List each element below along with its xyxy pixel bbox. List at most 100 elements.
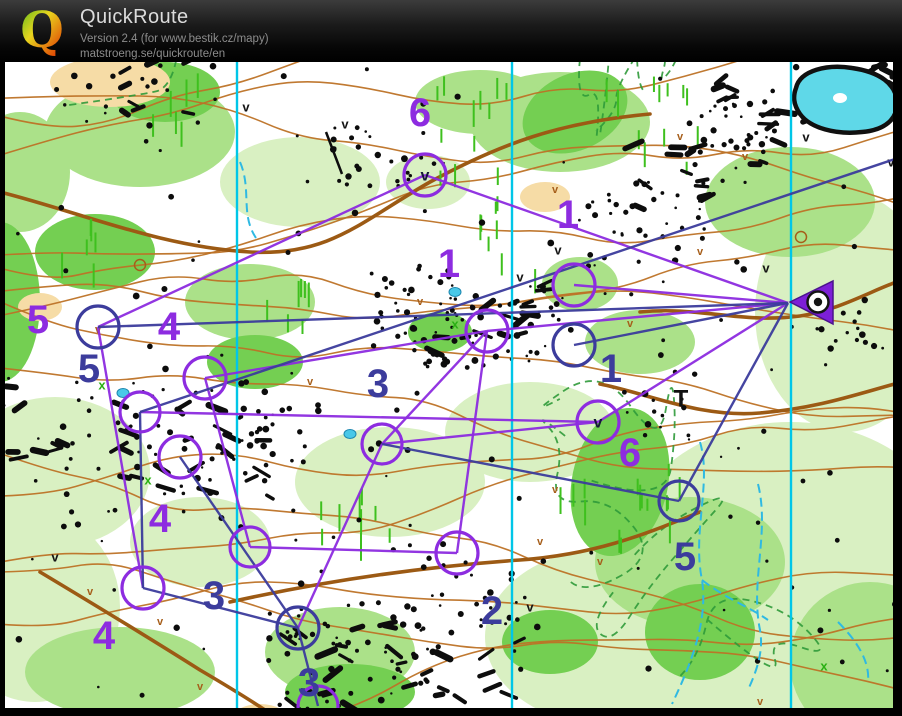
boulder-dot bbox=[692, 371, 697, 376]
boulder-dot bbox=[587, 252, 593, 258]
boulder-dot bbox=[676, 193, 680, 197]
boulder-dot bbox=[772, 128, 777, 133]
boulder-dot bbox=[401, 155, 408, 162]
boulder-dot bbox=[87, 433, 91, 437]
boulder-dot bbox=[541, 558, 547, 564]
boulder-dot bbox=[856, 327, 859, 330]
boulder-dot bbox=[406, 171, 410, 175]
boulder-dot bbox=[243, 379, 249, 385]
boulder-dot bbox=[604, 292, 607, 295]
boulder-dot bbox=[213, 97, 217, 101]
boulder-dot bbox=[395, 179, 399, 183]
control-number: 6 bbox=[619, 431, 641, 475]
boulder-dot bbox=[637, 260, 641, 264]
boulder-dot bbox=[455, 94, 461, 100]
control-number: 4 bbox=[149, 497, 172, 541]
boulder-dot bbox=[585, 203, 591, 209]
boulder-dot bbox=[645, 421, 652, 428]
boulder-dot bbox=[371, 343, 376, 348]
boulder-dot bbox=[561, 297, 563, 299]
boulder-dot bbox=[408, 287, 415, 294]
boulder-dot bbox=[439, 604, 442, 607]
boulder-dot bbox=[528, 360, 531, 363]
boulder-dot bbox=[702, 227, 705, 230]
boulder-dot bbox=[675, 245, 681, 251]
boulder-dot bbox=[146, 122, 152, 128]
boulder-dot bbox=[298, 580, 305, 587]
boulder-dot bbox=[445, 317, 449, 321]
orienteering-map-canvas[interactable]: vvvvvvvvvvvvvvvvvvvvvvvvxxxxvv6115453162… bbox=[0, 62, 902, 716]
control-number: 1 bbox=[557, 193, 579, 237]
boulder-dot bbox=[658, 77, 662, 81]
boulder-dot bbox=[69, 457, 73, 461]
boulder-dot bbox=[770, 89, 775, 94]
boulder-dot bbox=[515, 617, 520, 622]
boulder-dot bbox=[384, 286, 388, 290]
boulder-dot bbox=[16, 232, 20, 236]
boulder-dot bbox=[592, 212, 598, 218]
boulder-dot bbox=[506, 349, 510, 353]
logo-letter: Q bbox=[20, 4, 64, 59]
boulder-dot bbox=[368, 446, 374, 452]
cliff-mark bbox=[183, 112, 194, 114]
boulder-dot bbox=[285, 691, 289, 695]
cliff-v-icon: v bbox=[341, 117, 349, 132]
boulder-dot bbox=[411, 326, 417, 332]
boulder-dot bbox=[63, 268, 68, 273]
boulder-dot bbox=[636, 227, 642, 233]
boulder-dot bbox=[643, 433, 647, 437]
cliff-mark bbox=[537, 289, 551, 291]
boulder-dot bbox=[191, 258, 195, 262]
cliff-v-icon: v bbox=[516, 270, 524, 285]
boulder-dot bbox=[740, 115, 743, 118]
boulder-dot bbox=[698, 149, 703, 154]
cliff-mark bbox=[688, 150, 694, 154]
boulder-dot bbox=[133, 413, 139, 419]
boulder-dot bbox=[315, 402, 321, 408]
boulder-dot bbox=[817, 627, 823, 633]
boulder-dot bbox=[291, 508, 295, 512]
boulder-dot bbox=[345, 182, 349, 186]
boulder-dot bbox=[376, 600, 381, 605]
boulder-dot bbox=[612, 230, 615, 233]
boulder-dot bbox=[113, 508, 118, 513]
boulder-dot bbox=[165, 88, 169, 92]
header-titles: QuickRoute Version 2.4 (for www.bestik.c… bbox=[80, 6, 269, 62]
boulder-dot bbox=[359, 601, 364, 606]
boulder-dot bbox=[54, 87, 59, 92]
boulder-dot bbox=[498, 303, 502, 307]
cliff-mark bbox=[667, 154, 681, 155]
control-number: 4 bbox=[93, 614, 116, 658]
boulder-dot bbox=[724, 114, 727, 117]
boulder-dot bbox=[69, 509, 74, 514]
control-number: 1 bbox=[438, 242, 460, 286]
boulder-dot bbox=[815, 327, 818, 330]
boulder-dot bbox=[403, 288, 407, 292]
boulder-dot bbox=[16, 636, 23, 643]
boulder-dot bbox=[440, 593, 444, 597]
boulder-dot bbox=[352, 210, 359, 217]
boulder-dot bbox=[355, 649, 359, 653]
boulder-dot bbox=[266, 635, 272, 641]
boulder-dot bbox=[762, 99, 767, 104]
boulder-dot bbox=[862, 297, 868, 303]
boulder-dot bbox=[348, 691, 353, 696]
boulder-dot bbox=[355, 125, 360, 130]
boulder-dot bbox=[793, 64, 799, 70]
boulder-dot bbox=[448, 630, 454, 636]
boulder-dot bbox=[104, 104, 108, 108]
boulder-dot bbox=[728, 514, 732, 518]
boulder-dot bbox=[489, 456, 495, 462]
boulder-dot bbox=[198, 240, 201, 243]
boulder-dot bbox=[310, 632, 315, 637]
rootstock-v-icon: v bbox=[742, 151, 749, 163]
boulder-dot bbox=[474, 602, 479, 607]
boulder-dot bbox=[734, 259, 739, 264]
app-url-text: matstroeng.se/quickroute/en bbox=[80, 47, 269, 62]
boulder-dot bbox=[643, 234, 647, 238]
control-number: 3 bbox=[367, 362, 389, 406]
boulder-dot bbox=[133, 293, 140, 300]
boulder-dot bbox=[306, 180, 310, 184]
boulder-dot bbox=[365, 639, 371, 645]
boulder-dot bbox=[77, 398, 81, 402]
